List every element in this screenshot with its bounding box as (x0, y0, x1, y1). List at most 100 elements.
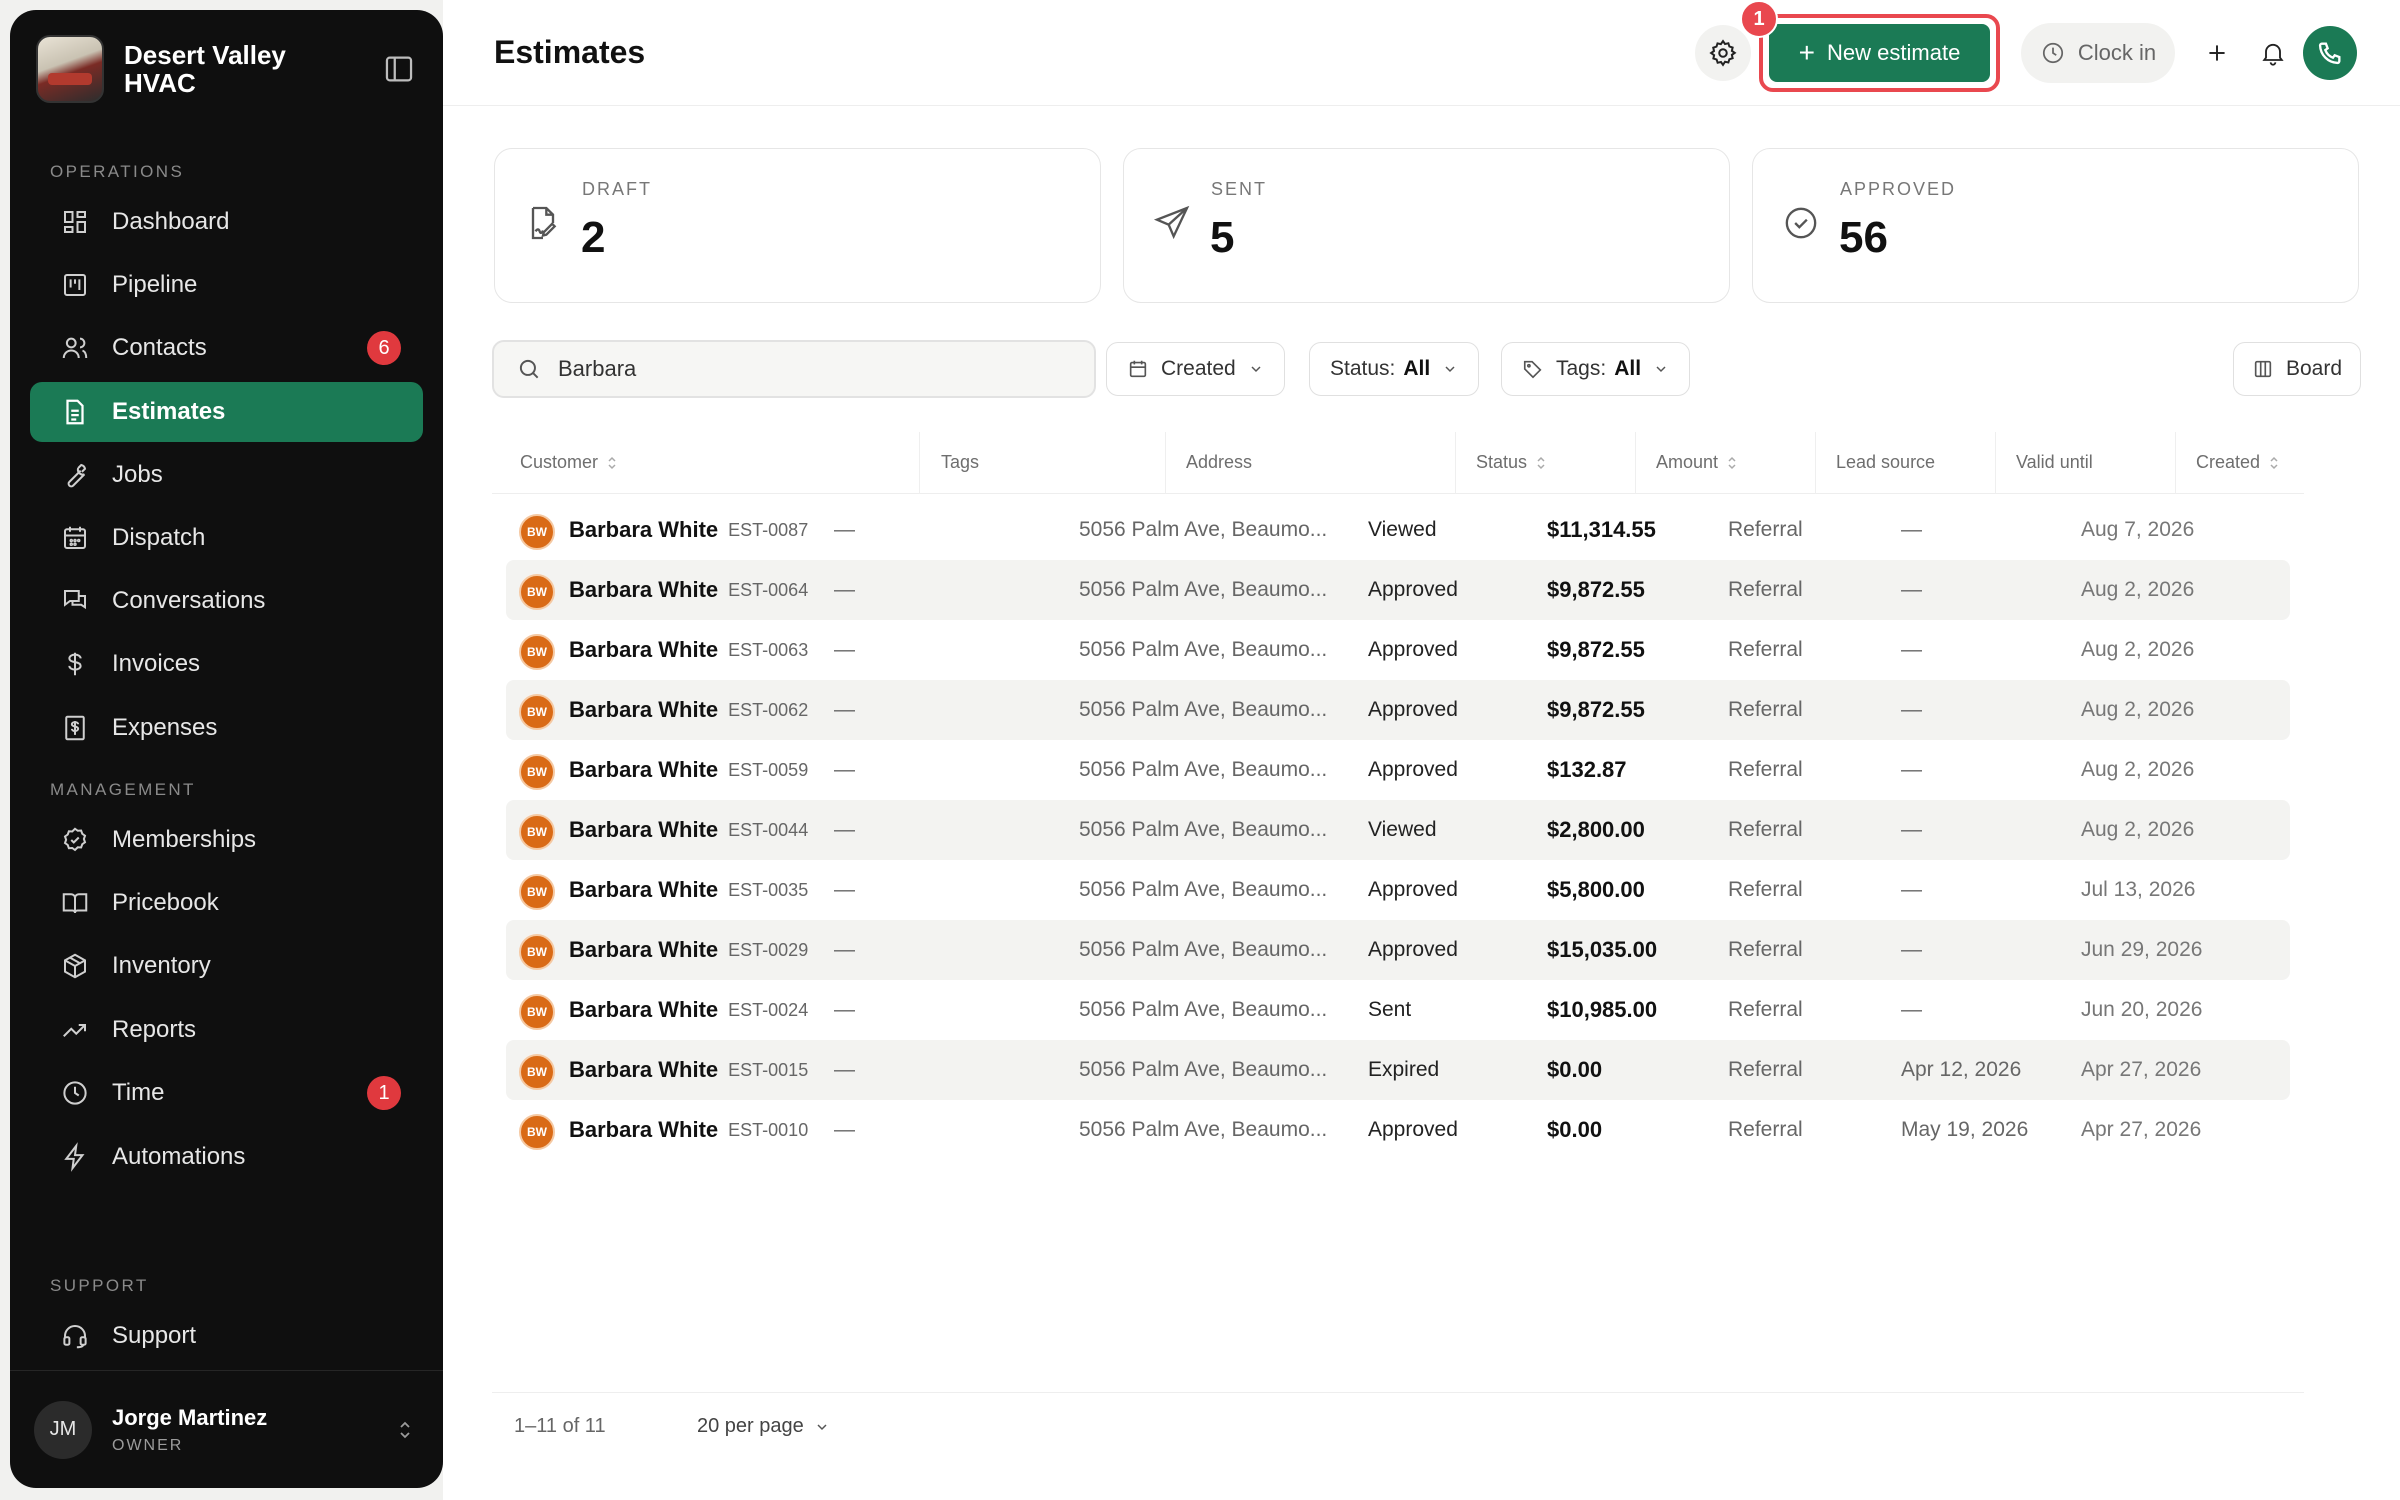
sidebar-item-automations[interactable]: Automations (30, 1127, 423, 1187)
customer-name[interactable]: Barbara White (569, 1057, 718, 1083)
sidebar-item-pipeline[interactable]: Pipeline (30, 255, 423, 315)
customer-name[interactable]: Barbara White (569, 517, 718, 543)
trend-icon (60, 1015, 90, 1045)
chevron-down-icon (1653, 361, 1669, 377)
table-row[interactable]: BW Barbara White EST-0062 — 5056 Palm Ave, B… (506, 680, 2290, 740)
customer-avatar: BW (519, 994, 555, 1030)
column-header-address: Address (1186, 452, 1253, 472)
address-cell: 5056 Palm Ave, Beaumo... (1079, 638, 1328, 661)
customer-avatar: BW (519, 574, 555, 610)
table-row[interactable]: BW Barbara White EST-0063 — 5056 Palm Ave, B… (506, 620, 2290, 680)
sidebar-item-dispatch[interactable]: Dispatch (30, 508, 423, 568)
add-button[interactable] (2189, 25, 2245, 81)
brand[interactable]: Desert Valley HVAC (36, 34, 416, 104)
table-row[interactable]: BW Barbara White EST-0064 — 5056 Palm Ave, B… (506, 560, 2290, 620)
estimate-number: EST-0035 (728, 879, 809, 900)
sidebar-item-invoices[interactable]: Invoices (30, 634, 423, 694)
sidebar-item-reports[interactable]: Reports (30, 1000, 423, 1060)
valid-until-cell: — (1901, 938, 1922, 961)
status-cell: Approved (1368, 878, 1458, 901)
sidebar-item-label: Time (112, 1079, 165, 1106)
customer-name[interactable]: Barbara White (569, 817, 718, 843)
sidebar-item-memberships[interactable]: Memberships (30, 810, 423, 870)
customer-avatar: BW (519, 634, 555, 670)
sidebar-item-dashboard[interactable]: Dashboard (30, 192, 423, 252)
created-cell: Apr 27, 2026 (2081, 1118, 2202, 1141)
sidebar-item-inventory[interactable]: Inventory (30, 936, 423, 996)
per-page-label: 20 per page (697, 1415, 804, 1437)
status-cell: Approved (1368, 578, 1458, 601)
created-filter[interactable]: Created (1106, 342, 1285, 396)
customer-name[interactable]: Barbara White (569, 577, 718, 603)
sidebar-item-support[interactable]: Support (30, 1306, 423, 1366)
stat-label: DRAFT (582, 179, 652, 199)
sidebar-item-contacts[interactable]: Contacts 6 (30, 318, 423, 378)
user-menu[interactable]: JM Jorge Martinez OWNER (10, 1370, 443, 1488)
sidebar-item-jobs[interactable]: Jobs (30, 445, 423, 505)
sidebar-item-expenses[interactable]: Expenses (30, 698, 423, 758)
column-header-status[interactable]: Status (1476, 452, 1547, 473)
valid-until-cell: — (1901, 818, 1922, 841)
customer-name[interactable]: Barbara White (569, 1117, 718, 1143)
sidebar-item-estimates[interactable]: Estimates (30, 382, 423, 442)
settings-button[interactable] (1695, 25, 1751, 81)
created-cell: Aug 2, 2026 (2081, 818, 2195, 841)
table-row[interactable]: BW Barbara White EST-0024 — 5056 Palm Ave, B… (506, 980, 2290, 1040)
customer-avatar: BW (519, 754, 555, 790)
chat-icon (60, 586, 90, 616)
created-cell: Jul 13, 2026 (2081, 878, 2196, 901)
stat-card-draft[interactable]: DRAFT 2 (494, 148, 1101, 303)
table-row[interactable]: BW Barbara White EST-0087 — 5056 Palm Ave, B… (506, 500, 2290, 560)
customer-avatar: BW (519, 1114, 555, 1150)
customer-cell: Barbara White EST-0029 (569, 920, 808, 980)
customer-name[interactable]: Barbara White (569, 757, 718, 783)
valid-until-cell: — (1901, 878, 1922, 901)
stat-card-sent[interactable]: SENT 5 (1123, 148, 1730, 303)
new-estimate-label: New estimate (1827, 40, 1961, 65)
clock-in-label: Clock in (2077, 40, 2157, 65)
search-box[interactable] (492, 340, 1096, 398)
sidebar-item-pricebook[interactable]: Pricebook (30, 873, 423, 933)
clock-in-button[interactable]: Clock in (2021, 23, 2175, 83)
status-filter[interactable]: Status: All (1309, 342, 1480, 396)
table-header: Customer Tags Address Status Amount Lead… (492, 432, 2304, 494)
lead-source-cell: Referral (1728, 938, 1803, 961)
board-view-button[interactable]: Board (2233, 342, 2362, 396)
column-header-valid-until: Valid until (2016, 452, 2093, 472)
column-header-customer[interactable]: Customer (520, 452, 618, 473)
table-row[interactable]: BW Barbara White EST-0044 — 5056 Palm Ave, B… (506, 800, 2290, 860)
sidebar-item-label: Inventory (112, 952, 211, 979)
customer-name[interactable]: Barbara White (569, 697, 718, 723)
sidebar-collapse-icon[interactable] (382, 52, 416, 86)
table-row[interactable]: BW Barbara White EST-0059 — 5056 Palm Ave, B… (506, 740, 2290, 800)
tags-filter[interactable]: Tags: All (1501, 342, 1691, 396)
table-row[interactable]: BW Barbara White EST-0029 — 5056 Palm Ave, B… (506, 920, 2290, 980)
stat-value: 56 (1839, 213, 1888, 262)
new-estimate-button[interactable]: + New estimate (1769, 24, 1990, 82)
per-page-select[interactable]: 20 per page (697, 1415, 830, 1438)
lead-source-cell: Referral (1728, 518, 1803, 541)
lead-source-cell: Referral (1728, 878, 1803, 901)
customer-name[interactable]: Barbara White (569, 637, 718, 663)
status-filter-value: All (1403, 357, 1431, 380)
bell-icon (2259, 39, 2287, 67)
customer-name[interactable]: Barbara White (569, 937, 718, 963)
address-cell: 5056 Palm Ave, Beaumo... (1079, 1058, 1328, 1081)
valid-until-cell: — (1901, 758, 1922, 781)
sidebar-item-time[interactable]: Time 1 (30, 1063, 423, 1123)
table-row[interactable]: BW Barbara White EST-0010 — 5056 Palm Ave, B… (506, 1100, 2290, 1160)
table-row[interactable]: BW Barbara White EST-0035 — 5056 Palm Ave, B… (506, 860, 2290, 920)
sidebar-item-conversations[interactable]: Conversations (30, 571, 423, 631)
search-input[interactable] (558, 356, 1058, 382)
column-header-amount[interactable]: Amount (1656, 452, 1738, 473)
table-row[interactable]: BW Barbara White EST-0015 — 5056 Palm Ave, B… (506, 1040, 2290, 1100)
grid-icon (60, 207, 90, 237)
column-header-created[interactable]: Created (2196, 452, 2280, 473)
customer-name[interactable]: Barbara White (569, 877, 718, 903)
status-cell: Approved (1368, 698, 1458, 721)
phone-button[interactable] (2303, 26, 2357, 80)
stat-card-approved[interactable]: APPROVED 56 (1752, 148, 2359, 303)
customer-name[interactable]: Barbara White (569, 997, 718, 1023)
notifications-button[interactable] (2245, 25, 2301, 81)
amount-cell: $11,314.55 (1547, 517, 1656, 542)
